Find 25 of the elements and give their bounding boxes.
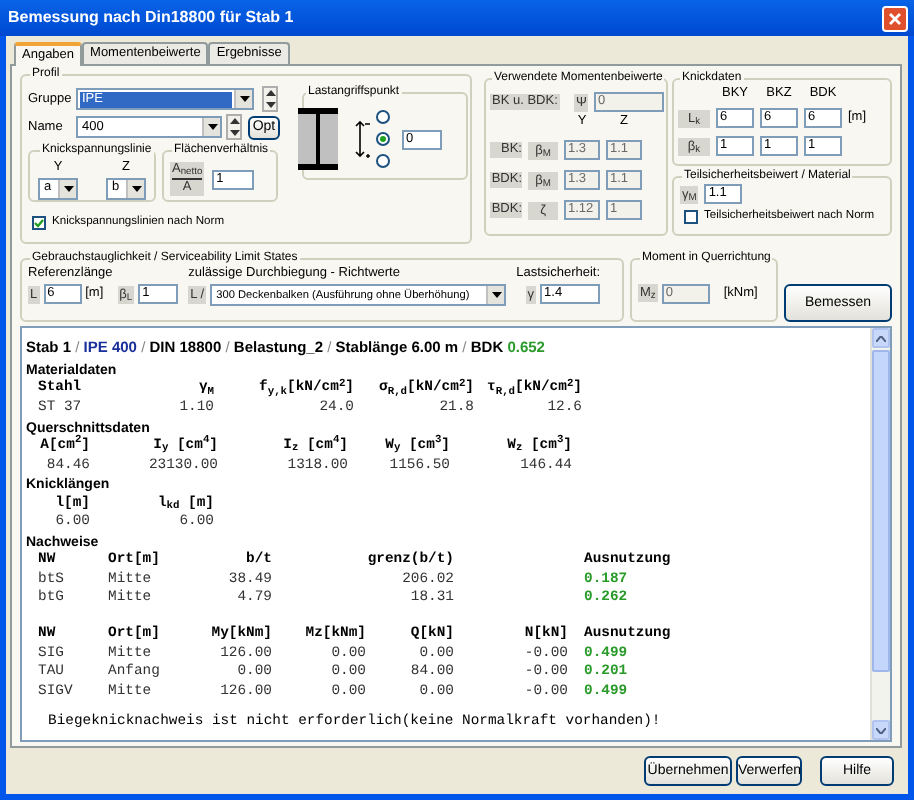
caret-icon (239, 96, 249, 102)
up-arrow-icon (265, 90, 275, 97)
scroll-up-button[interactable] (872, 328, 890, 348)
checkbox[interactable] (32, 215, 46, 229)
spinner[interactable] (226, 114, 242, 140)
i-beam-drawing (298, 108, 338, 170)
down-arrow-icon (265, 101, 275, 108)
close-icon (888, 11, 902, 25)
close-button[interactable] (882, 5, 908, 31)
caret-icon (131, 185, 141, 191)
radio-button[interactable] (376, 154, 390, 168)
caret-icon (491, 292, 502, 298)
scroll-down-button[interactable] (872, 720, 890, 740)
spinner[interactable] (262, 86, 278, 112)
scroll-thumb[interactable] (872, 350, 890, 672)
up-arrow-icon (229, 118, 239, 125)
window-title: Bemessung nach Din18800 für Stab 1 (8, 10, 296, 26)
caret-icon (207, 124, 217, 130)
radio-button[interactable] (376, 110, 390, 124)
checkbox[interactable] (684, 209, 698, 223)
check-icon (34, 217, 44, 227)
radio-button[interactable] (376, 132, 390, 146)
load-arrows-icon (354, 119, 370, 159)
caret-icon (63, 185, 73, 191)
down-arrow-icon (229, 129, 239, 136)
